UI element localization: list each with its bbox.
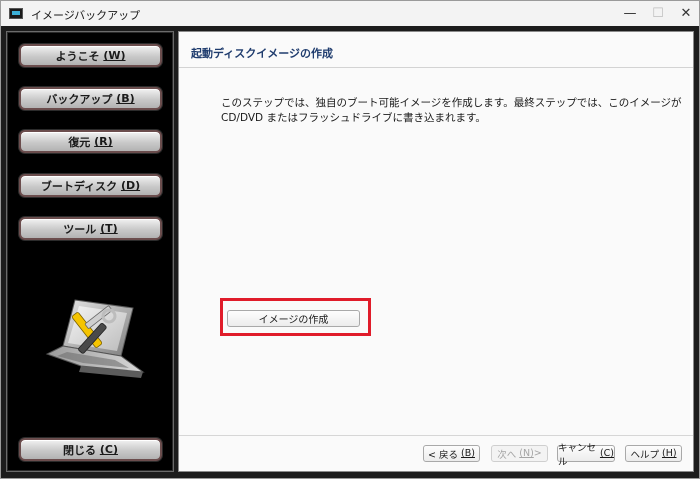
- back-button[interactable]: < 戻る (B): [423, 445, 480, 462]
- app-icon: [9, 8, 23, 19]
- sidebar-item-accel: (B): [116, 92, 135, 105]
- main-panel: 起動ディスクイメージの作成 このステップでは、独自のブート可能イメージを作成しま…: [178, 31, 694, 472]
- sidebar-item-welcome[interactable]: ようこそ (W): [19, 44, 162, 67]
- close-button-accel: (C): [99, 443, 118, 456]
- help-button[interactable]: ヘルプ (H): [625, 445, 682, 462]
- next-button[interactable]: 次へ (N) >: [491, 445, 548, 462]
- title-divider: [179, 67, 693, 68]
- next-button-suffix: >: [533, 448, 542, 459]
- cancel-button-label: キャンセル: [558, 442, 597, 468]
- sidebar-item-accel: (D): [120, 179, 141, 192]
- sidebar-item-backup[interactable]: バックアップ (B): [19, 87, 162, 110]
- sidebar-item-tools[interactable]: ツール (T): [19, 217, 162, 240]
- app-window: イメージバックアップ — ☐ ✕ ようこそ (W) バックアップ (B) 復元 …: [0, 0, 700, 479]
- sidebar-item-accel: (R): [94, 135, 113, 148]
- help-button-accel: (H): [661, 448, 677, 459]
- create-image-button[interactable]: イメージの作成: [227, 310, 360, 327]
- back-button-label: < 戻る: [428, 449, 458, 461]
- sidebar-item-label: ツール: [63, 222, 97, 236]
- sidebar-item-accel: (T): [100, 222, 118, 235]
- sidebar-item-label: ようこそ: [55, 49, 100, 63]
- next-button-label: 次へ: [497, 449, 517, 461]
- cancel-button-accel: (C): [599, 448, 614, 459]
- cancel-button[interactable]: キャンセル (C): [557, 443, 615, 468]
- laptop-tools-icon: [45, 299, 145, 378]
- sidebar-item-label: ブートディスク: [40, 179, 118, 193]
- close-button[interactable]: 閉じる (C): [19, 438, 162, 461]
- window-title: イメージバックアップ: [31, 9, 141, 22]
- sidebar-item-restore[interactable]: 復元 (R): [19, 130, 162, 153]
- sidebar: ようこそ (W) バックアップ (B) 復元 (R) ブートディスク (D) ツ…: [6, 31, 174, 472]
- help-button-label: ヘルプ: [630, 449, 659, 461]
- sidebar-item-label: 復元: [68, 135, 91, 149]
- next-button-accel: (N): [519, 448, 534, 459]
- step-description: このステップでは、独自のブート可能イメージを作成します。最終ステップでは、このイ…: [221, 97, 682, 124]
- page-title: 起動ディスクイメージの作成: [191, 47, 334, 60]
- sidebar-item-boot-disk[interactable]: ブートディスク (D): [19, 174, 162, 197]
- back-button-accel: (B): [461, 448, 475, 459]
- sidebar-item-label: バックアップ: [46, 92, 113, 106]
- close-button-label: 閉じる: [63, 443, 96, 457]
- title-bar[interactable]: イメージバックアップ — ☐ ✕: [1, 1, 699, 26]
- sidebar-item-accel: (W): [103, 49, 126, 62]
- close-icon[interactable]: ✕: [663, 1, 700, 26]
- footer-divider: [179, 435, 693, 436]
